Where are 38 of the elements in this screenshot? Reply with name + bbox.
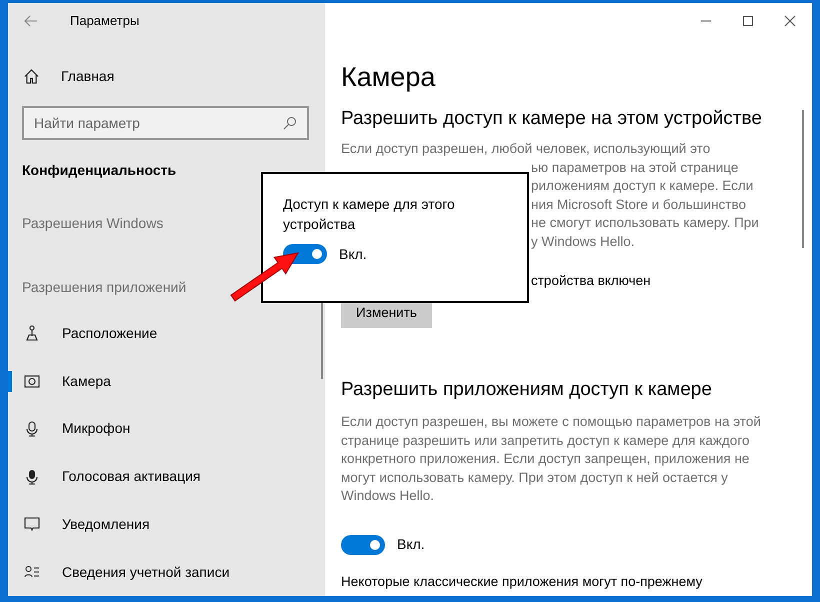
nav-item[interactable]: Сведения учетной записи	[62, 562, 230, 583]
page-title: Камера	[341, 61, 436, 94]
camera-icon[interactable]	[24, 373, 40, 390]
section-heading: Разрешить приложениям доступ к камере	[341, 378, 713, 402]
description-text: Если доступ разрешен, любой человек, использующий это	[341, 140, 710, 158]
note-text: Некоторые классические приложения могут по-прежнему	[341, 572, 704, 591]
maximize-icon[interactable]	[742, 15, 754, 27]
description-text: у Windows Hello.	[531, 232, 635, 251]
microphone-icon[interactable]	[24, 468, 40, 485]
toggle-label: Вкл.	[397, 535, 425, 554]
status-text: стройства включен	[531, 272, 651, 290]
description-text: ью параметров на этой странице	[531, 158, 738, 177]
search-icon[interactable]	[283, 116, 297, 130]
search-field[interactable]: Найти параметр	[22, 106, 309, 140]
nav-item[interactable]: Уведомления	[62, 514, 150, 535]
toggle-switch[interactable]	[341, 534, 385, 554]
person-pin-icon[interactable]	[24, 325, 40, 342]
nav-item[interactable]: Расположение	[62, 322, 158, 344]
section-heading: Конфиденциальность	[21, 160, 178, 180]
description-text: ния Microsoft Store и большинство	[531, 196, 746, 214]
back-arrow-icon[interactable]	[24, 15, 38, 27]
group-label: Разрешения Windows	[22, 214, 164, 233]
description-text: не смогут использовать камеру. При	[531, 214, 759, 232]
microphone-icon[interactable]	[24, 420, 40, 437]
popup-title: Доступ к камере для этого устройства	[283, 195, 456, 234]
nav-item[interactable]: Микрофон	[62, 418, 130, 440]
speech-bubble-icon[interactable]	[24, 516, 40, 532]
toggle-label: Вкл.	[339, 244, 367, 264]
description-text: Если доступ разрешен, вы можете с помощью параметров на этой странице разрешить или запретить доступ к камере для каждого конкретного приложения. Если доступ запрещен, приложения не могут использовать камеру. При этом доступ к ней остается у Windows Hello.	[341, 413, 762, 505]
nav-item[interactable]: Камера	[62, 370, 111, 392]
section-heading: Разрешить доступ к камере на этом устройстве	[341, 107, 763, 131]
group-label: Разрешения приложений	[22, 278, 186, 297]
home-link[interactable]: Главная	[61, 66, 114, 88]
nav-item[interactable]: Голосовая активация	[62, 466, 201, 488]
description-text: риложениям доступ к камере. Если	[531, 177, 754, 195]
window-title: Параметры	[70, 12, 140, 30]
close-icon[interactable]	[784, 15, 796, 27]
home-icon[interactable]	[24, 69, 39, 84]
